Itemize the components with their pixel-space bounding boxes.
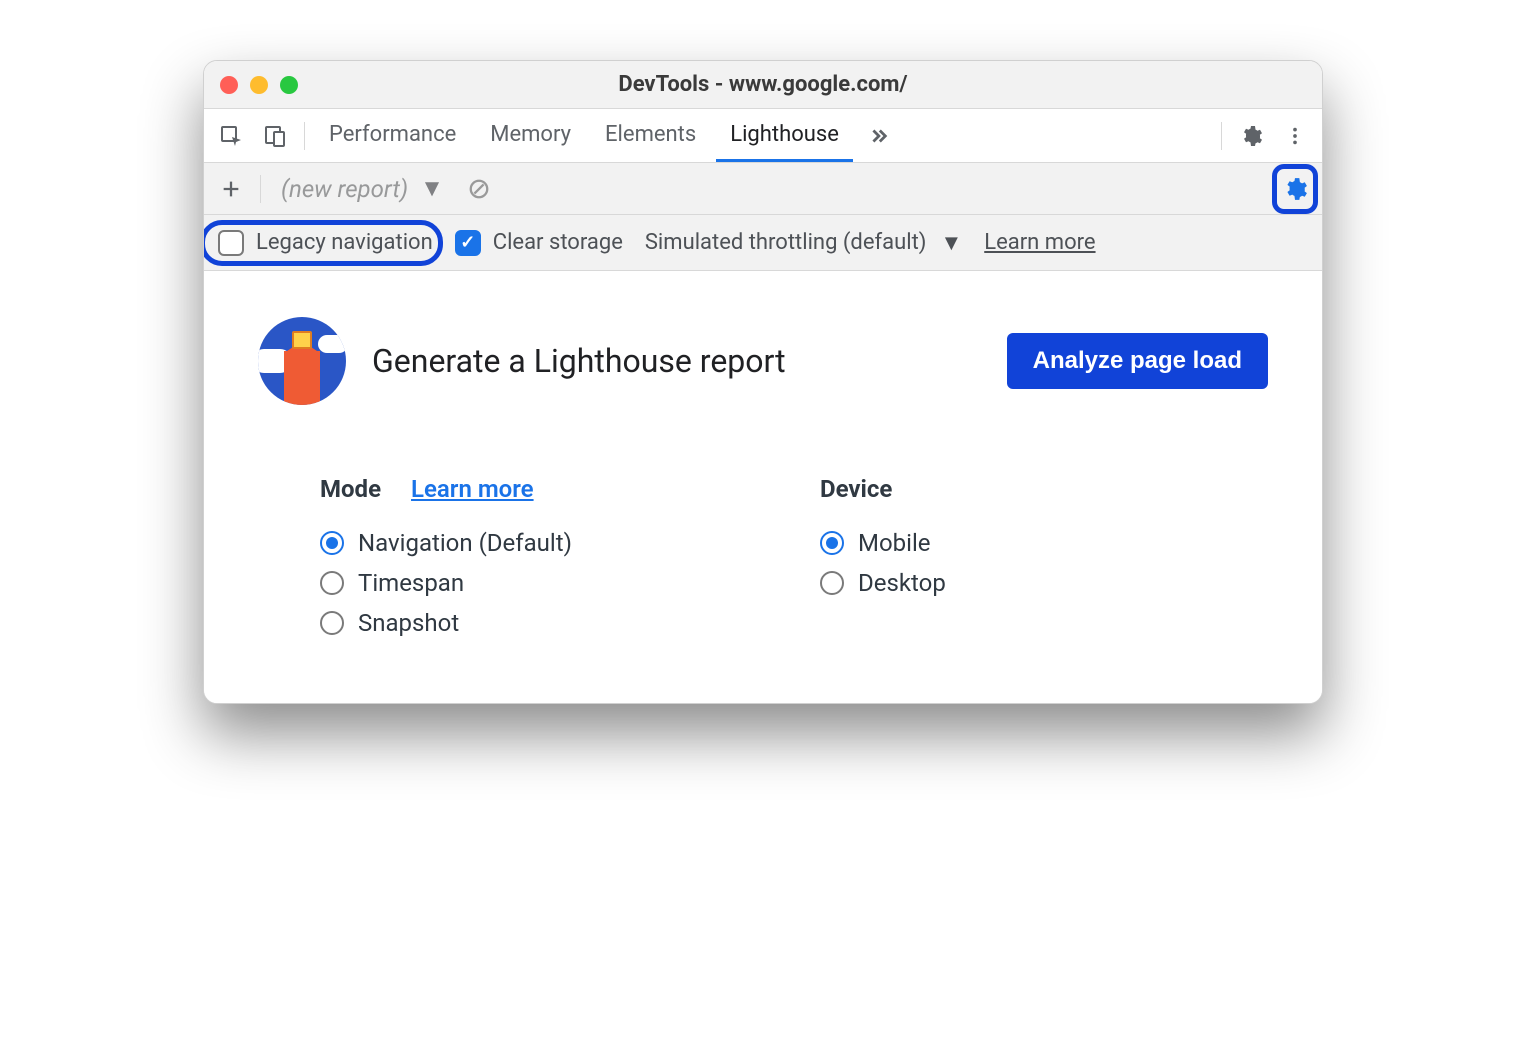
zoom-traffic-light[interactable] bbox=[280, 76, 298, 94]
more-tabs-icon[interactable] bbox=[859, 117, 897, 155]
divider bbox=[260, 175, 261, 203]
mode-learn-more-link[interactable]: Learn more bbox=[411, 475, 534, 503]
traffic-lights bbox=[220, 76, 298, 94]
analyze-page-load-button[interactable]: Analyze page load bbox=[1007, 333, 1268, 389]
devtools-window: DevTools - www.google.com/ Performance M… bbox=[203, 60, 1323, 704]
hero-title: Generate a Lighthouse report bbox=[372, 342, 981, 380]
close-traffic-light[interactable] bbox=[220, 76, 238, 94]
throttling-select[interactable]: Simulated throttling (default) ▼ bbox=[645, 230, 962, 256]
report-selector-placeholder: (new report) bbox=[281, 175, 408, 203]
radio-unselected-icon bbox=[820, 571, 844, 595]
legacy-navigation-checkbox[interactable]: Legacy navigation bbox=[218, 230, 433, 256]
clear-storage-label: Clear storage bbox=[493, 230, 623, 255]
titlebar: DevTools - www.google.com/ bbox=[204, 61, 1322, 109]
device-option-desktop[interactable]: Desktop bbox=[820, 563, 1200, 603]
hero-row: Generate a Lighthouse report Analyze pag… bbox=[258, 317, 1268, 405]
checkbox-checked-icon bbox=[455, 230, 481, 256]
mode-option-navigation[interactable]: Navigation (Default) bbox=[320, 523, 700, 563]
tab-lighthouse[interactable]: Lighthouse bbox=[716, 109, 853, 162]
throttling-label: Simulated throttling (default) bbox=[645, 230, 927, 255]
device-section: Device Mobile Desktop bbox=[820, 475, 1200, 643]
radio-unselected-icon bbox=[320, 611, 344, 635]
settings-learn-more-link[interactable]: Learn more bbox=[984, 230, 1095, 255]
chevron-down-icon: ▼ bbox=[420, 174, 444, 203]
radio-selected-icon bbox=[820, 531, 844, 555]
lighthouse-settings-gear-icon[interactable] bbox=[1276, 170, 1314, 208]
new-report-plus-icon[interactable] bbox=[212, 170, 250, 208]
mode-option-label: Snapshot bbox=[358, 609, 459, 637]
clear-icon[interactable] bbox=[460, 170, 498, 208]
mode-option-snapshot[interactable]: Snapshot bbox=[320, 603, 700, 643]
checkbox-unchecked-icon bbox=[218, 230, 244, 256]
legacy-navigation-label: Legacy navigation bbox=[256, 230, 433, 255]
divider bbox=[304, 122, 305, 150]
device-toggle-icon[interactable] bbox=[256, 117, 294, 155]
lighthouse-logo-icon bbox=[258, 317, 346, 405]
tab-elements[interactable]: Elements bbox=[591, 109, 710, 162]
divider bbox=[1221, 122, 1222, 150]
window-title: DevTools - www.google.com/ bbox=[618, 72, 907, 97]
kebab-menu-icon[interactable] bbox=[1276, 117, 1314, 155]
device-heading: Device bbox=[820, 475, 892, 503]
mode-option-timespan[interactable]: Timespan bbox=[320, 563, 700, 603]
lighthouse-settings-bar: Legacy navigation Clear storage Simulate… bbox=[204, 215, 1322, 271]
tab-performance[interactable]: Performance bbox=[315, 109, 470, 162]
minimize-traffic-light[interactable] bbox=[250, 76, 268, 94]
report-toolbar: (new report) ▼ bbox=[204, 163, 1322, 215]
mode-heading: Mode bbox=[320, 475, 381, 503]
device-option-label: Desktop bbox=[858, 569, 946, 597]
inspect-element-icon[interactable] bbox=[212, 117, 250, 155]
tab-memory[interactable]: Memory bbox=[476, 109, 585, 162]
tab-strip: Performance Memory Elements Lighthouse bbox=[204, 109, 1322, 163]
lighthouse-panel: Generate a Lighthouse report Analyze pag… bbox=[204, 271, 1322, 703]
report-selector[interactable]: (new report) ▼ bbox=[271, 171, 454, 207]
chevron-down-icon: ▼ bbox=[940, 230, 962, 256]
radio-selected-icon bbox=[320, 531, 344, 555]
config-sections: Mode Learn more Navigation (Default) Tim… bbox=[258, 475, 1268, 643]
mode-section: Mode Learn more Navigation (Default) Tim… bbox=[320, 475, 700, 643]
settings-gear-icon[interactable] bbox=[1232, 117, 1270, 155]
clear-storage-checkbox[interactable]: Clear storage bbox=[455, 230, 623, 256]
device-option-mobile[interactable]: Mobile bbox=[820, 523, 1200, 563]
mode-option-label: Timespan bbox=[358, 569, 464, 597]
mode-option-label: Navigation (Default) bbox=[358, 529, 572, 557]
device-option-label: Mobile bbox=[858, 529, 931, 557]
radio-unselected-icon bbox=[320, 571, 344, 595]
